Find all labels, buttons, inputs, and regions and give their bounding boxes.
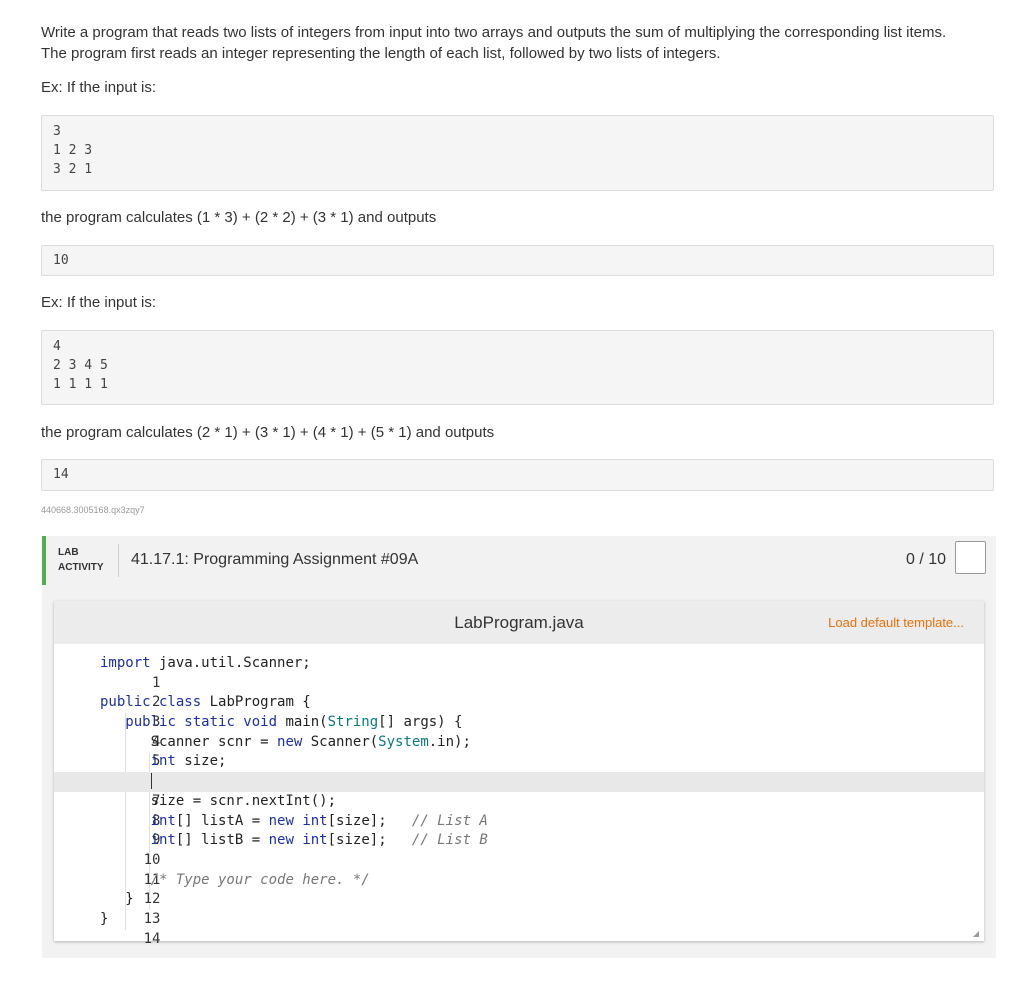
code-line[interactable]: 1 import java.util.Scanner; bbox=[54, 654, 984, 691]
code-line[interactable]: 10 int[] listB = new int[size]; // List … bbox=[54, 831, 984, 868]
code-line-text: int[] listB = new int[size]; // List B bbox=[150, 832, 488, 849]
code-line-text bbox=[100, 772, 152, 792]
code-line-text: } bbox=[100, 891, 134, 908]
code-area[interactable]: 1 import java.util.Scanner; 2 3 public c… bbox=[54, 654, 984, 947]
example2-output-box: 14 bbox=[41, 459, 994, 491]
lab-tag-line-1: LAB bbox=[58, 547, 79, 558]
code-line-active[interactable]: 7 bbox=[54, 772, 984, 809]
example1-input-line: 1 2 3 bbox=[53, 143, 93, 158]
code-line[interactable]: 11 bbox=[54, 851, 984, 888]
completion-badge-icon bbox=[955, 541, 986, 574]
activity-identifier: 440668.3005168.qx3zqy7 bbox=[41, 505, 145, 515]
code-line[interactable]: 13 } bbox=[54, 890, 984, 927]
example1-input-line: 3 bbox=[53, 124, 61, 139]
code-line-text: size = scnr.nextInt(); bbox=[100, 792, 337, 809]
code-line[interactable]: 9 int[] listA = new int[size]; // List A bbox=[54, 812, 984, 849]
text-cursor bbox=[150, 773, 152, 790]
example1-output: 10 bbox=[53, 253, 69, 268]
editor-toolbar: LabProgram.java Load default template... bbox=[54, 601, 984, 644]
code-line-text: import java.util.Scanner; bbox=[100, 655, 311, 671]
code-line-text: public static void main(String[] args) { bbox=[125, 714, 463, 731]
code-line-text: int size; bbox=[150, 753, 227, 770]
problem-description: Write a program that reads two lists of … bbox=[41, 22, 996, 64]
lab-body: LabProgram.java Load default template...… bbox=[42, 585, 996, 958]
code-line-text: /* Type your code here. */ bbox=[150, 871, 370, 888]
code-line[interactable]: 3 public class LabProgram { bbox=[54, 693, 984, 730]
example1-input-box: 3 1 2 3 3 2 1 bbox=[41, 115, 994, 191]
example1-input-line: 3 2 1 bbox=[53, 162, 93, 177]
line-number: 14 bbox=[143, 930, 161, 947]
lab-header-divider bbox=[118, 544, 119, 577]
lab-score: 0 / 10 bbox=[905, 551, 946, 568]
code-line[interactable]: 12 /* Type your code here. */ bbox=[54, 871, 984, 908]
example2-input-box: 4 2 3 4 5 1 1 1 1 bbox=[41, 330, 994, 405]
load-default-template-link[interactable]: Load default template... bbox=[828, 615, 964, 630]
description-line-2: The program first reads an integer repre… bbox=[41, 45, 721, 62]
code-line-text: } bbox=[100, 910, 109, 927]
code-line[interactable]: 6 int size; bbox=[54, 752, 984, 789]
example2-input-line: 4 bbox=[53, 339, 61, 354]
code-line[interactable]: 5 Scanner scnr = new Scanner(System.in); bbox=[54, 733, 984, 770]
lab-accent-bar bbox=[42, 536, 46, 585]
lab-activity-tag: LAB ACTIVITY bbox=[58, 545, 104, 575]
code-line[interactable]: 2 bbox=[54, 674, 984, 710]
code-editor[interactable]: LabProgram.java Load default template...… bbox=[54, 601, 984, 947]
code-line-text: Scanner scnr = new Scanner(System.in); bbox=[100, 733, 471, 750]
resize-handle-icon[interactable] bbox=[973, 931, 979, 937]
lab-activity-header: LAB ACTIVITY 41.17.1: Programming Assign… bbox=[42, 536, 996, 585]
code-line[interactable]: 14 } bbox=[54, 910, 984, 947]
example2-calc: the program calculates (2 * 1) + (3 * 1)… bbox=[41, 424, 495, 441]
code-line[interactable]: 4 public static void main(String[] args)… bbox=[54, 713, 984, 750]
example2-intro: Ex: If the input is: bbox=[41, 294, 157, 311]
example1-calc: the program calculates (1 * 3) + (2 * 2)… bbox=[41, 209, 437, 226]
code-line-text: int[] listA = new int[size]; // List A bbox=[150, 812, 488, 829]
description-line-1: Write a program that reads two lists of … bbox=[41, 24, 947, 41]
example1-output-box: 10 bbox=[41, 245, 994, 276]
lab-title: 41.17.1: Programming Assignment #09A bbox=[131, 551, 419, 568]
example2-output: 14 bbox=[53, 467, 69, 482]
lab-tag-line-2: ACTIVITY bbox=[58, 562, 104, 573]
example2-input-line: 2 3 4 5 bbox=[53, 358, 108, 373]
code-line-text: public class LabProgram { bbox=[100, 694, 311, 711]
example2-input-line: 1 1 1 1 bbox=[53, 377, 108, 392]
code-line[interactable]: 8 size = scnr.nextInt(); bbox=[54, 792, 984, 829]
example1-intro: Ex: If the input is: bbox=[41, 79, 157, 96]
